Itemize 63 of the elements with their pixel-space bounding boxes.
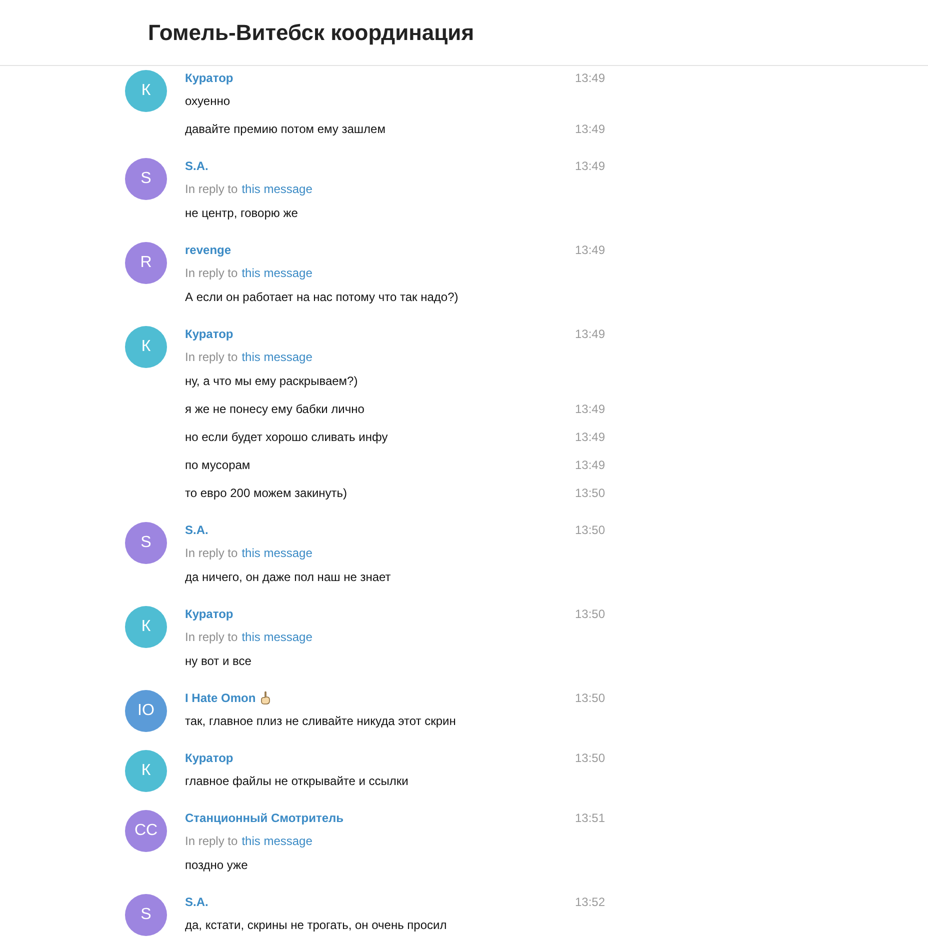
message-text: так, главное плиз не сливайте никуда этот скрин bbox=[185, 713, 456, 730]
message-text: да, кстати, скрины не трогать, он очень просил bbox=[185, 917, 447, 934]
avatar: СС bbox=[125, 810, 167, 852]
message-time: 13:51 bbox=[574, 810, 605, 827]
avatar: К bbox=[125, 326, 167, 368]
avatar: S bbox=[125, 894, 167, 936]
reply-label: In reply to bbox=[185, 833, 238, 850]
reply-link[interactable]: this message bbox=[242, 348, 312, 366]
message-text: я же не понесу ему бабки лично bbox=[185, 401, 364, 418]
message-time: 13:50 bbox=[574, 750, 605, 767]
reply-link[interactable]: this message bbox=[242, 264, 312, 282]
reply-link[interactable]: this message bbox=[242, 544, 312, 562]
message-time: 13:49 bbox=[574, 70, 605, 87]
message-time: 13:50 bbox=[574, 485, 605, 502]
sender-name[interactable]: Куратор bbox=[185, 69, 234, 87]
message-text: ну, а что мы ему раскрываем?) bbox=[185, 373, 358, 390]
reply-link[interactable]: this message bbox=[242, 832, 312, 850]
message-time: 13:49 bbox=[574, 242, 605, 259]
sender-name[interactable]: Станционный Смотритель bbox=[185, 809, 344, 827]
avatar: S bbox=[125, 522, 167, 564]
message-time: 13:52 bbox=[574, 894, 605, 911]
reply-link[interactable]: this message bbox=[242, 628, 312, 646]
message-time: 13:49 bbox=[574, 326, 605, 343]
message-text: поздно уже bbox=[185, 857, 248, 874]
chat-title: Гомель-Витебск координация bbox=[148, 19, 474, 47]
reply-label: In reply to bbox=[185, 545, 238, 562]
message-time: 13:49 bbox=[574, 401, 605, 418]
reply-label: In reply to bbox=[185, 349, 238, 366]
avatar: К bbox=[125, 70, 167, 112]
sender-name[interactable]: S.A. bbox=[185, 893, 208, 911]
reply-link[interactable]: this message bbox=[242, 180, 312, 198]
message-text: то евро 200 можем закинуть) bbox=[185, 485, 348, 502]
message-time: 13:49 bbox=[574, 457, 605, 474]
message-time: 13:49 bbox=[574, 429, 605, 446]
avatar: S bbox=[125, 158, 167, 200]
message-text: А если он работает на нас потому что так надо?) bbox=[185, 289, 458, 306]
sender-name[interactable]: revenge bbox=[185, 241, 232, 259]
avatar: R bbox=[125, 242, 167, 284]
message-text: не центр, говорю же bbox=[185, 205, 298, 222]
sender-name[interactable]: Куратор bbox=[185, 605, 234, 623]
message-text: главное файлы не открывайте и ссылки bbox=[185, 773, 408, 790]
avatar: К bbox=[125, 750, 167, 792]
message-text: по мусорам bbox=[185, 457, 250, 474]
message-text: давайте премию потом ему зашлем bbox=[185, 121, 386, 138]
reply-label: In reply to bbox=[185, 265, 238, 282]
message-text: ну вот и все bbox=[185, 653, 252, 670]
reply-label: In reply to bbox=[185, 629, 238, 646]
sender-name[interactable]: I Hate Omon bbox=[185, 689, 256, 707]
message-time: 13:50 bbox=[574, 690, 605, 707]
avatar: IO bbox=[125, 690, 167, 732]
message-time: 13:49 bbox=[574, 121, 605, 138]
sender-name[interactable]: Куратор bbox=[185, 325, 234, 343]
sender-name[interactable]: S.A. bbox=[185, 521, 208, 539]
sender-name[interactable]: S.A. bbox=[185, 157, 208, 175]
sender-name[interactable]: Куратор bbox=[185, 749, 234, 767]
avatar: К bbox=[125, 606, 167, 648]
message-time: 13:49 bbox=[574, 158, 605, 175]
message-text: да ничего, он даже пол наш не знает bbox=[185, 569, 391, 586]
message-text: но если будет хорошо сливать инфу bbox=[185, 429, 388, 446]
message-time: 13:50 bbox=[574, 606, 605, 623]
reply-label: In reply to bbox=[185, 181, 238, 198]
message-text: охуенно bbox=[185, 93, 230, 110]
message-time: 13:50 bbox=[574, 522, 605, 539]
